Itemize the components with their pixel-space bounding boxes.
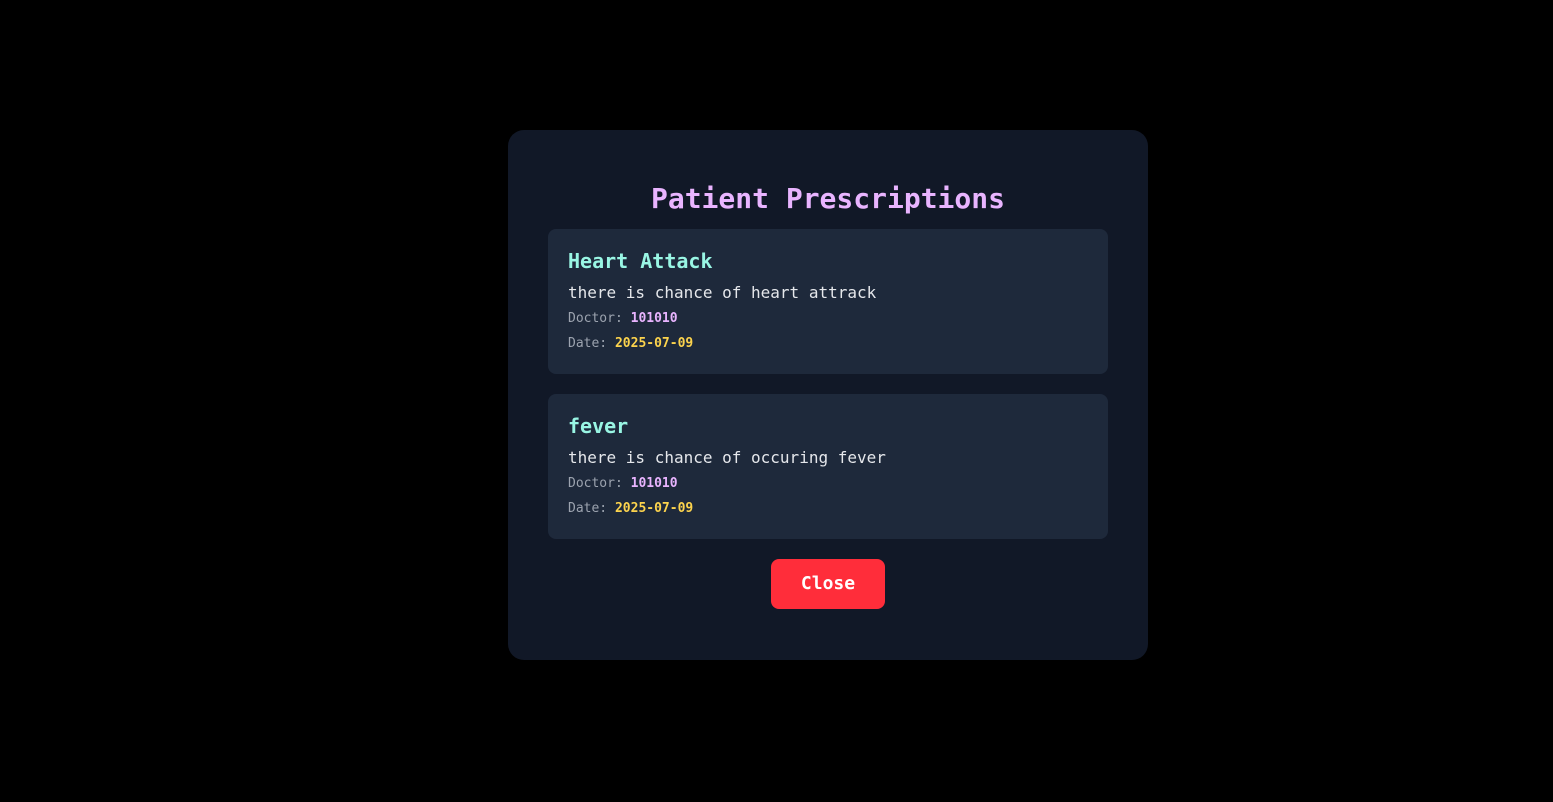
prescription-list: Heart Attack there is chance of heart at… [548,229,1108,539]
prescriptions-modal: Patient Prescriptions Heart Attack there… [508,130,1148,660]
date-value: 2025-07-09 [614,336,694,351]
doctor-value: 101010 [630,476,678,491]
prescription-doctor: Doctor: 101010 [568,474,1088,494]
date-label: Date: [568,501,608,516]
date-label: Date: [568,336,608,351]
modal-actions: Close [548,559,1108,609]
modal-overlay: Patient Prescriptions Heart Attack there… [0,0,1553,802]
prescription-card: Heart Attack there is chance of heart at… [548,229,1108,374]
prescription-card: fever there is chance of occuring fever … [548,394,1108,539]
prescription-doctor: Doctor: 101010 [568,309,1088,329]
close-button[interactable]: Close [771,559,885,609]
prescription-date: Date: 2025-07-09 [568,499,1088,519]
prescription-description: there is chance of heart attrack [568,283,877,302]
doctor-label: Doctor: [568,476,623,491]
prescription-title: fever [568,414,629,438]
doctor-value: 101010 [630,311,678,326]
doctor-label: Doctor: [568,311,623,326]
prescription-description: there is chance of occuring fever [568,448,886,467]
date-value: 2025-07-09 [614,501,694,516]
modal-title: Patient Prescriptions [650,182,1005,215]
prescription-date: Date: 2025-07-09 [568,334,1088,354]
prescription-title: Heart Attack [568,249,713,273]
